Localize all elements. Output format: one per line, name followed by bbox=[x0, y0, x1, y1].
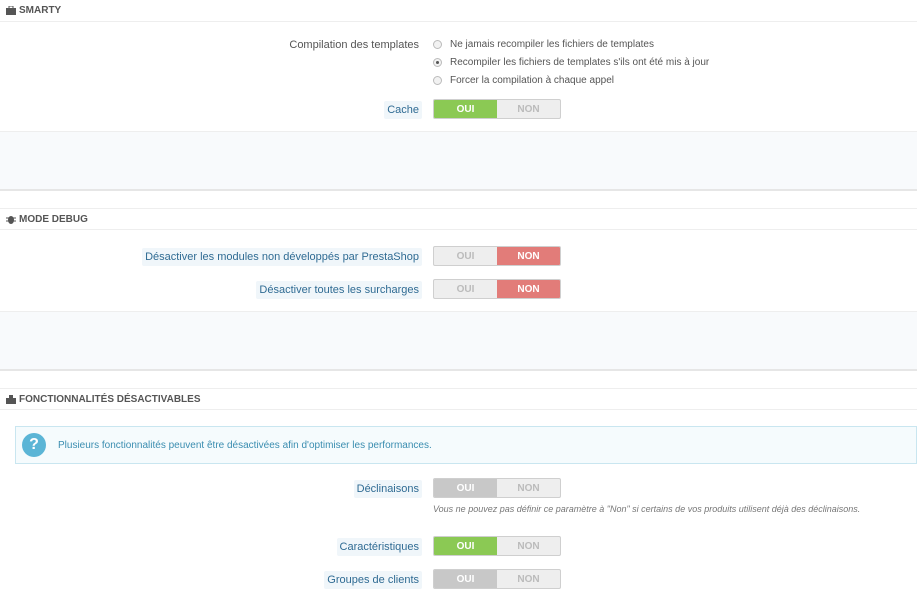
combinations-switch-off[interactable]: NON bbox=[497, 479, 560, 497]
customer-groups-switch[interactable]: OUI NON bbox=[433, 569, 561, 589]
radio-label: Ne jamais recompiler les fichiers de tem… bbox=[450, 39, 654, 50]
radio-label: Forcer la compilation à chaque appel bbox=[450, 75, 614, 86]
radio-button[interactable] bbox=[433, 40, 442, 49]
characteristics-switch-off[interactable]: NON bbox=[497, 537, 560, 555]
disable-modules-switch-off[interactable]: NON bbox=[497, 247, 560, 265]
features-panel-title: FONCTIONNALITÉS DÉSACTIVABLES bbox=[19, 393, 201, 405]
performance-info-alert: ? Plusieurs fonctionnalités peuvent être… bbox=[15, 426, 917, 464]
debug-panel-title: MODE DEBUG bbox=[19, 213, 88, 225]
customer-groups-switch-on[interactable]: OUI bbox=[434, 570, 497, 588]
panel-separator bbox=[0, 189, 917, 191]
features-panel-heading: FONCTIONNALITÉS DÉSACTIVABLES bbox=[0, 388, 917, 410]
disable-modules-switch[interactable]: OUI NON bbox=[433, 246, 561, 266]
disable-overrides-switch[interactable]: OUI NON bbox=[433, 279, 561, 299]
puzzle-icon bbox=[6, 394, 16, 404]
disable-overrides-label: Désactiver toutes les surcharges bbox=[256, 281, 422, 299]
cache-switch[interactable]: OUI NON bbox=[433, 99, 561, 119]
compilation-option-force[interactable]: Forcer la compilation à chaque appel bbox=[433, 75, 614, 86]
combinations-switch-on[interactable]: OUI bbox=[434, 479, 497, 497]
debug-panel-footer bbox=[0, 311, 917, 369]
radio-button[interactable] bbox=[433, 76, 442, 85]
compilation-label: Compilation des templates bbox=[289, 39, 419, 51]
combinations-switch[interactable]: OUI NON bbox=[433, 478, 561, 498]
characteristics-switch[interactable]: OUI NON bbox=[433, 536, 561, 556]
cache-switch-on[interactable]: OUI bbox=[434, 100, 497, 118]
smarty-panel-footer bbox=[0, 131, 917, 189]
bug-icon bbox=[6, 215, 16, 224]
alert-message: Plusieurs fonctionnalités peuvent être d… bbox=[58, 439, 432, 451]
debug-panel-heading: MODE DEBUG bbox=[0, 208, 917, 230]
disable-modules-switch-on[interactable]: OUI bbox=[434, 247, 497, 265]
compilation-option-never[interactable]: Ne jamais recompiler les fichiers de tem… bbox=[433, 39, 654, 50]
compilation-option-updated[interactable]: Recompiler les fichiers de templates s'i… bbox=[433, 57, 709, 68]
briefcase-icon bbox=[6, 5, 16, 15]
customer-groups-switch-off[interactable]: NON bbox=[497, 570, 560, 588]
characteristics-switch-on[interactable]: OUI bbox=[434, 537, 497, 555]
question-icon: ? bbox=[22, 433, 46, 457]
disable-overrides-switch-on[interactable]: OUI bbox=[434, 280, 497, 298]
customer-groups-label: Groupes de clients bbox=[324, 571, 422, 589]
smarty-panel-heading: SMARTY bbox=[0, 0, 917, 22]
radio-label: Recompiler les fichiers de templates s'i… bbox=[450, 57, 710, 68]
cache-label: Cache bbox=[384, 101, 422, 119]
smarty-panel-title: SMARTY bbox=[19, 5, 62, 16]
combinations-label: Déclinaisons bbox=[353, 480, 422, 498]
characteristics-label: Caractéristiques bbox=[336, 538, 422, 556]
panel-separator bbox=[0, 369, 917, 371]
cache-switch-off[interactable]: NON bbox=[497, 100, 560, 118]
radio-button-checked[interactable] bbox=[433, 58, 442, 67]
disable-overrides-switch-off[interactable]: NON bbox=[497, 280, 560, 298]
combinations-help-text: Vous ne pouvez pas définir ce paramètre … bbox=[433, 504, 861, 514]
disable-modules-label: Désactiver les modules non développés pa… bbox=[142, 248, 422, 266]
